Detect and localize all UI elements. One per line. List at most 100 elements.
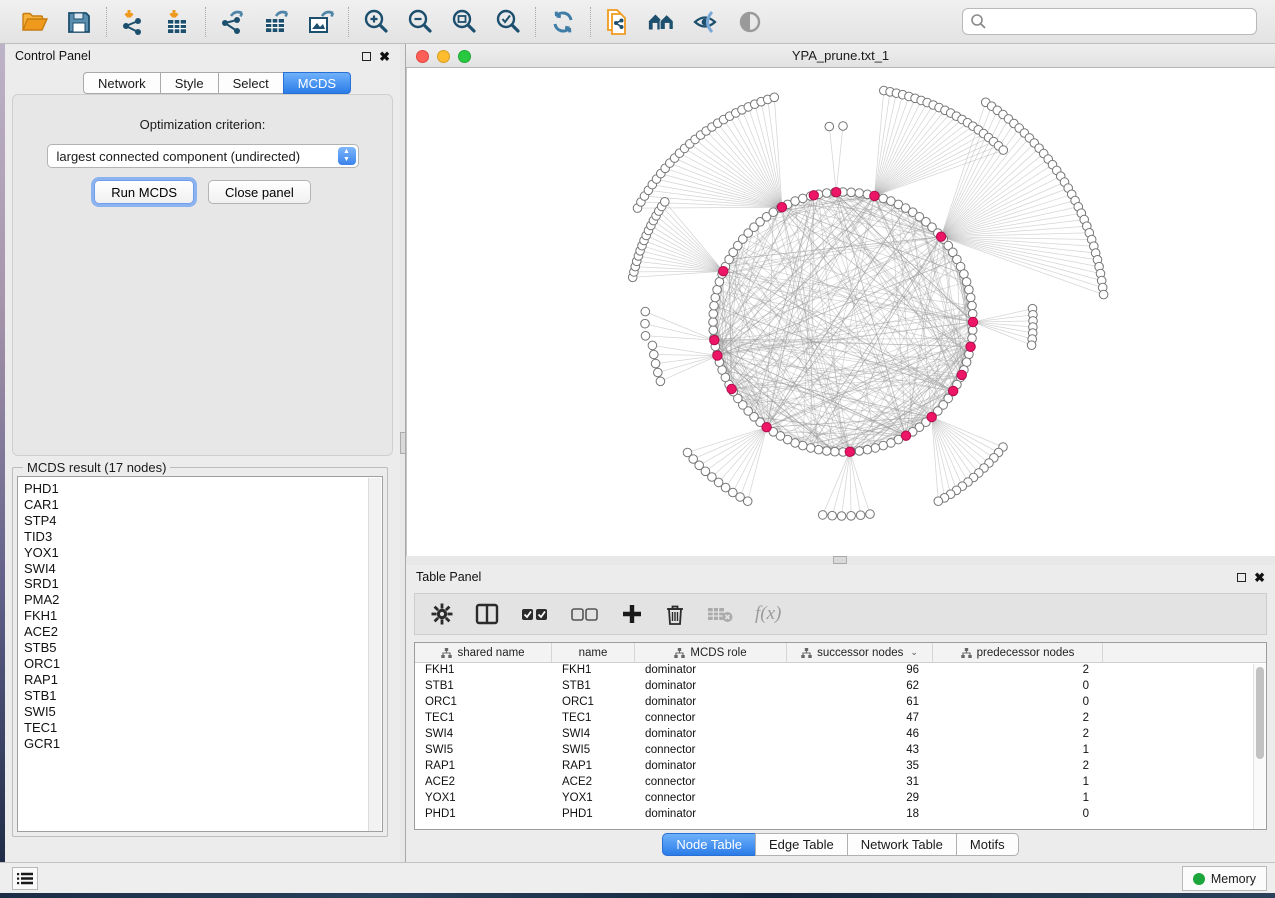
table-cell: STB1 bbox=[415, 679, 552, 695]
float-panel-icon[interactable] bbox=[362, 52, 371, 61]
table-row[interactable]: TEC1TEC1connector472 bbox=[415, 711, 1266, 727]
add-column-icon[interactable] bbox=[621, 603, 643, 625]
mcds-list-scrollbar[interactable] bbox=[368, 478, 381, 832]
mcds-result-item[interactable]: TEC1 bbox=[24, 720, 382, 736]
refresh-view-icon[interactable] bbox=[548, 7, 578, 37]
zoom-fit-icon[interactable] bbox=[449, 7, 479, 37]
mcds-result-item[interactable]: ORC1 bbox=[24, 656, 382, 672]
tab-network-table[interactable]: Network Table bbox=[847, 833, 956, 856]
node-table[interactable]: shared namenameMCDS rolesuccessor nodes⌄… bbox=[414, 642, 1267, 830]
hide-selected-icon[interactable] bbox=[691, 7, 721, 37]
table-row[interactable]: YOX1YOX1connector291 bbox=[415, 791, 1266, 807]
export-network-icon[interactable] bbox=[218, 7, 248, 37]
zoom-selected-icon[interactable] bbox=[493, 7, 523, 37]
zoom-out-icon[interactable] bbox=[405, 7, 435, 37]
control-panel-titlebar: Control Panel ✖ bbox=[5, 44, 400, 68]
main-toolbar bbox=[0, 0, 1275, 44]
table-row[interactable]: STB1STB1dominator620 bbox=[415, 679, 1266, 695]
table-cell: 1 bbox=[933, 775, 1103, 791]
column-header-successor-nodes[interactable]: successor nodes⌄ bbox=[787, 643, 933, 662]
table-scrollbar-thumb[interactable] bbox=[1256, 667, 1264, 759]
table-cell: 0 bbox=[933, 679, 1103, 695]
column-header-shared-name[interactable]: shared name bbox=[415, 643, 552, 662]
mcds-result-item[interactable]: STB5 bbox=[24, 640, 382, 656]
table-row[interactable]: FKH1FKH1dominator962 bbox=[415, 663, 1266, 679]
table-scrollbar[interactable] bbox=[1253, 664, 1265, 829]
tab-network[interactable]: Network bbox=[83, 72, 160, 94]
table-cell: 1 bbox=[933, 791, 1103, 807]
tab-style[interactable]: Style bbox=[160, 72, 218, 94]
network-window-titlebar[interactable]: YPA_prune.txt_1 bbox=[406, 44, 1275, 68]
tab-motifs[interactable]: Motifs bbox=[956, 833, 1019, 856]
mcds-result-item[interactable]: STP4 bbox=[24, 513, 382, 529]
save-session-icon[interactable] bbox=[64, 7, 94, 37]
table-row[interactable]: RAP1RAP1dominator352 bbox=[415, 759, 1266, 775]
minimize-window-icon[interactable] bbox=[437, 50, 450, 63]
mcds-result-list[interactable]: PHD1CAR1STP4TID3YOX1SWI4SRD1PMA2FKH1ACE2… bbox=[17, 476, 383, 832]
run-mcds-button[interactable]: Run MCDS bbox=[94, 180, 194, 204]
table-cell: dominator bbox=[635, 663, 787, 679]
import-table-icon[interactable] bbox=[163, 7, 193, 37]
table-cell: 61 bbox=[787, 695, 933, 711]
mcds-result-item[interactable]: PHD1 bbox=[24, 481, 382, 497]
select-all-icon[interactable] bbox=[521, 606, 549, 622]
search-input[interactable] bbox=[962, 8, 1257, 35]
mcds-result-item[interactable]: YOX1 bbox=[24, 545, 382, 561]
float-table-panel-icon[interactable] bbox=[1237, 573, 1246, 582]
export-table-icon[interactable] bbox=[262, 7, 292, 37]
mcds-result-item[interactable]: FKH1 bbox=[24, 608, 382, 624]
mcds-result-item[interactable]: CAR1 bbox=[24, 497, 382, 513]
duplicate-network-icon[interactable] bbox=[603, 7, 633, 37]
close-panel-button[interactable]: Close panel bbox=[208, 180, 311, 204]
mcds-result-item[interactable]: STB1 bbox=[24, 688, 382, 704]
export-image-icon[interactable] bbox=[306, 7, 336, 37]
import-network-icon[interactable] bbox=[119, 7, 149, 37]
delete-table-icon[interactable] bbox=[707, 605, 733, 623]
memory-button[interactable]: Memory bbox=[1182, 866, 1267, 891]
mcds-result-item[interactable]: PMA2 bbox=[24, 592, 382, 608]
tab-select[interactable]: Select bbox=[218, 72, 283, 94]
criterion-dropdown[interactable]: largest connected component (undirected)… bbox=[47, 144, 359, 168]
table-cell: ACE2 bbox=[552, 775, 635, 791]
table-cell: ORC1 bbox=[415, 695, 552, 711]
show-hidden-icon[interactable] bbox=[735, 7, 765, 37]
mcds-result-item[interactable]: RAP1 bbox=[24, 672, 382, 688]
table-cell: 2 bbox=[933, 663, 1103, 679]
mcds-result-item[interactable]: GCR1 bbox=[24, 736, 382, 752]
close-table-panel-icon[interactable]: ✖ bbox=[1254, 573, 1265, 582]
close-panel-icon[interactable]: ✖ bbox=[379, 52, 390, 61]
tab-mcds[interactable]: MCDS bbox=[283, 72, 351, 94]
list-icon bbox=[17, 872, 33, 885]
deselect-all-icon[interactable] bbox=[571, 606, 599, 622]
column-header-name[interactable]: name bbox=[552, 643, 635, 662]
mcds-result-item[interactable]: ACE2 bbox=[24, 624, 382, 640]
column-header-MCDS-role[interactable]: MCDS role bbox=[635, 643, 787, 662]
table-row[interactable]: ACE2ACE2connector311 bbox=[415, 775, 1266, 791]
mcds-result-item[interactable]: SRD1 bbox=[24, 576, 382, 592]
network-canvas[interactable] bbox=[406, 68, 1275, 556]
settings-gear-icon[interactable] bbox=[431, 603, 453, 625]
table-row[interactable]: SWI5SWI5connector431 bbox=[415, 743, 1266, 759]
table-row[interactable]: SWI4SWI4dominator462 bbox=[415, 727, 1266, 743]
mcds-result-item[interactable]: SWI4 bbox=[24, 561, 382, 577]
function-builder-icon[interactable]: f(x) bbox=[755, 603, 781, 625]
show-hide-columns-icon[interactable] bbox=[475, 603, 499, 625]
delete-column-icon[interactable] bbox=[665, 603, 685, 626]
apps-icon[interactable] bbox=[647, 7, 677, 37]
table-row[interactable]: PHD1PHD1dominator180 bbox=[415, 807, 1266, 823]
maximize-window-icon[interactable] bbox=[458, 50, 471, 63]
network-graph[interactable] bbox=[407, 68, 1275, 556]
tab-edge-table[interactable]: Edge Table bbox=[755, 833, 847, 856]
task-history-button[interactable] bbox=[12, 867, 38, 890]
table-cell: 96 bbox=[787, 663, 933, 679]
open-folder-icon[interactable] bbox=[20, 7, 50, 37]
table-row[interactable]: ORC1ORC1dominator610 bbox=[415, 695, 1266, 711]
column-header-predecessor-nodes[interactable]: predecessor nodes bbox=[933, 643, 1103, 662]
zoom-in-icon[interactable] bbox=[361, 7, 391, 37]
mcds-result-item[interactable]: TID3 bbox=[24, 529, 382, 545]
tab-node-table[interactable]: Node Table bbox=[662, 833, 755, 856]
mcds-result-item[interactable]: SWI5 bbox=[24, 704, 382, 720]
close-window-icon[interactable] bbox=[416, 50, 429, 63]
table-cell: TEC1 bbox=[552, 711, 635, 727]
network-window: YPA_prune.txt_1 bbox=[406, 44, 1275, 563]
